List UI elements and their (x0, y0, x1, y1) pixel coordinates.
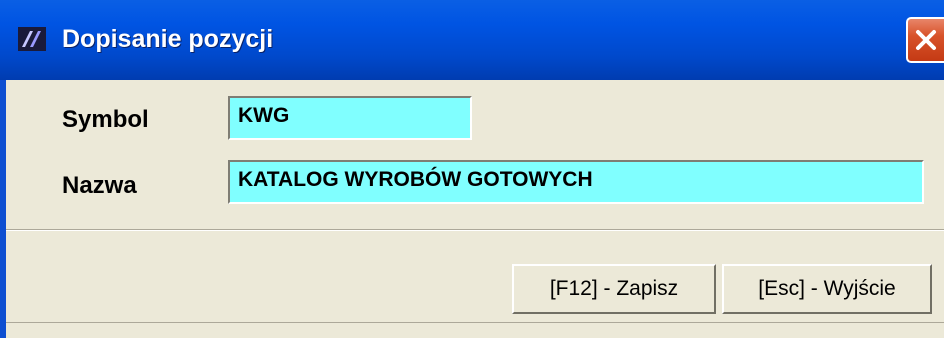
symbol-label: Symbol (62, 106, 149, 133)
bottom-divider (6, 322, 944, 323)
close-icon (916, 30, 936, 50)
symbol-field[interactable]: KWG (228, 96, 472, 140)
window-title: Dopisanie pozycji (62, 25, 274, 53)
nazwa-label: Nazwa (62, 172, 137, 199)
close-button[interactable] (906, 17, 944, 63)
dialog-window: Dopisanie pozycji Symbol KWG Nazwa KATAL… (0, 0, 944, 338)
exit-button[interactable]: [Esc] - Wyjście (722, 264, 932, 314)
nazwa-field[interactable]: KATALOG WYROBÓW GOTOWYCH (228, 160, 924, 204)
app-logo-icon (18, 27, 46, 51)
title-bar[interactable]: Dopisanie pozycji (0, 0, 944, 80)
save-button[interactable]: [F12] - Zapisz (512, 264, 716, 314)
form-panel: Symbol KWG Nazwa KATALOG WYROBÓW GOTOWYC… (6, 80, 944, 228)
